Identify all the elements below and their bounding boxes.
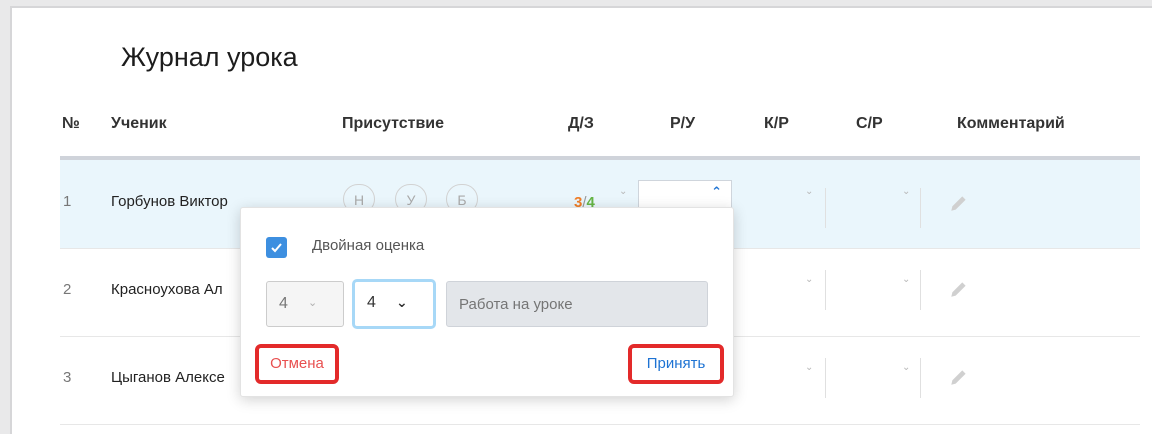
frame-border-left (10, 6, 12, 434)
second-grade-value: 4 (367, 294, 376, 311)
col-header-student: Ученик (111, 115, 167, 132)
row-number: 1 (63, 193, 72, 210)
row-number: 3 (63, 369, 72, 386)
chevron-up-icon: ⌃ (711, 184, 722, 199)
chevron-down-icon[interactable]: ⌄ (902, 274, 910, 285)
student-name: Красноухова Ал (111, 281, 223, 298)
frame-border-top (10, 6, 1152, 8)
column-divider (825, 270, 826, 310)
column-divider (920, 358, 921, 398)
grade-note-input[interactable] (446, 281, 708, 327)
pencil-icon[interactable] (948, 366, 970, 388)
row-number: 2 (63, 281, 72, 298)
col-header-homework: Д/З (568, 115, 594, 132)
chevron-down-icon: ⌄ (396, 294, 408, 310)
col-header-attendance: Присутствие (342, 115, 445, 132)
column-divider (825, 358, 826, 398)
student-name: Горбунов Виктор (111, 193, 228, 210)
col-header-test: К/Р (764, 115, 789, 132)
col-header-classwork: Р/У (670, 115, 696, 132)
chevron-down-icon[interactable]: ⌄ (902, 186, 910, 197)
student-name: Цыганов Алексе (111, 369, 225, 386)
chevron-down-icon[interactable]: ⌄ (619, 186, 627, 197)
checkmark-icon (271, 243, 282, 253)
double-grade-label: Двойная оценка (312, 237, 425, 254)
double-grade-popup: Двойная оценка 4 ⌄ 4 ⌄ Отмена Принять (240, 207, 734, 397)
first-grade-select[interactable]: 4 ⌄ (266, 281, 344, 327)
window-frame-left (0, 0, 10, 434)
column-divider (825, 188, 826, 228)
col-header-comment: Комментарий (957, 115, 1065, 132)
double-grade-checkbox[interactable] (266, 237, 287, 258)
chevron-down-icon[interactable]: ⌄ (805, 186, 813, 197)
pencil-icon[interactable] (948, 278, 970, 300)
chevron-down-icon: ⌄ (308, 297, 318, 309)
chevron-down-icon[interactable]: ⌄ (805, 362, 813, 373)
column-divider (920, 188, 921, 228)
col-header-independent: С/Р (856, 115, 883, 132)
chevron-down-icon[interactable]: ⌄ (805, 274, 813, 285)
pencil-icon[interactable] (948, 192, 970, 214)
cancel-button[interactable]: Отмена (255, 344, 339, 384)
page-title: Журнал урока (121, 42, 298, 72)
first-grade-value: 4 (279, 295, 288, 312)
second-grade-select[interactable]: 4 ⌄ (352, 279, 436, 329)
accept-button[interactable]: Принять (628, 344, 724, 384)
chevron-down-icon[interactable]: ⌄ (902, 362, 910, 373)
column-divider (920, 270, 921, 310)
col-header-number: № (62, 115, 80, 132)
